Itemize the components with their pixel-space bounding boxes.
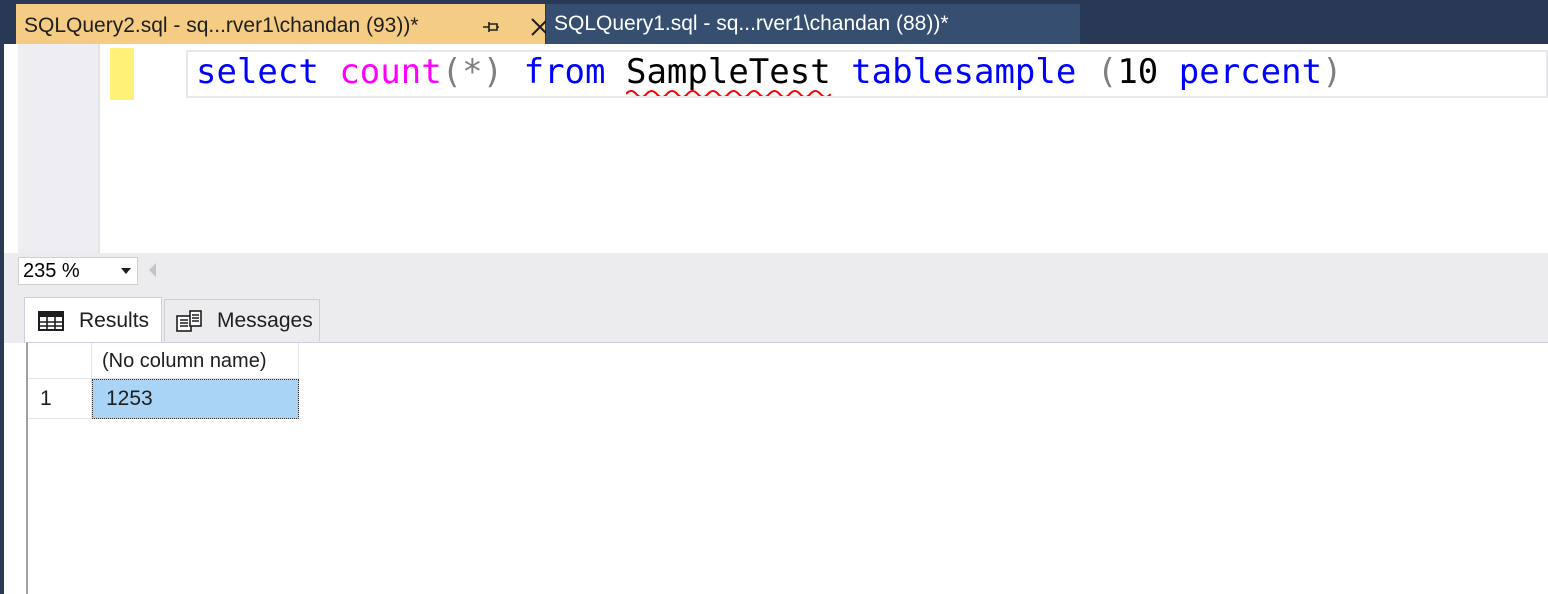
function-count: count	[339, 52, 442, 92]
scroll-left-arrow-icon[interactable]	[146, 261, 160, 279]
pin-icon[interactable]	[479, 15, 503, 39]
keyword-tablesample: tablesample	[851, 52, 1077, 92]
tab-messages-label: Messages	[217, 308, 313, 332]
tab-results-label: Results	[79, 308, 150, 332]
zoom-bar	[4, 253, 1548, 287]
change-marker	[110, 48, 134, 100]
paren-open: (	[441, 52, 463, 92]
tab-sqlquery1-label: SQLQuery1.sql - sq...rver1\chandan (88))…	[554, 12, 949, 35]
tab-sqlquery2[interactable]: SQLQuery2.sql - sq...rver1\chandan (93))…	[16, 4, 549, 44]
tab-sqlquery2-label: SQLQuery2.sql - sq...rver1\chandan (93))…	[24, 13, 419, 37]
column-header[interactable]: (No column name)	[92, 343, 299, 379]
row-header-corner[interactable]	[28, 343, 92, 379]
table-cell-selected[interactable]: 1253	[92, 379, 299, 419]
keyword-from: from	[523, 52, 606, 92]
table-identifier: SampleTest	[625, 52, 831, 96]
keyword-percent: percent	[1178, 52, 1323, 92]
chevron-down-icon[interactable]	[118, 264, 134, 278]
keyword-select: select	[196, 52, 319, 92]
tab-results[interactable]: Results	[24, 297, 162, 343]
messages-icon	[176, 309, 202, 332]
code-line-1[interactable]: select count(*) from SampleTest tablesam…	[196, 50, 1343, 96]
zoom-value: 235 %	[23, 260, 80, 282]
number-literal: 10	[1117, 52, 1159, 92]
paren-close: )	[482, 52, 504, 92]
row-number[interactable]: 1	[28, 379, 92, 419]
error-squiggle	[625, 90, 831, 96]
tab-messages[interactable]: Messages	[164, 299, 320, 341]
tab-sqlquery1[interactable]: SQLQuery1.sql - sq...rver1\chandan (88))…	[546, 4, 1080, 44]
grid-icon	[38, 310, 64, 331]
editor-gutter	[18, 44, 98, 253]
table-identifier-text: SampleTest	[625, 52, 831, 92]
asterisk: *	[462, 52, 483, 92]
gutter-divider	[98, 44, 100, 253]
paren-close-2: )	[1322, 52, 1343, 92]
paren-open-2: (	[1096, 52, 1118, 92]
